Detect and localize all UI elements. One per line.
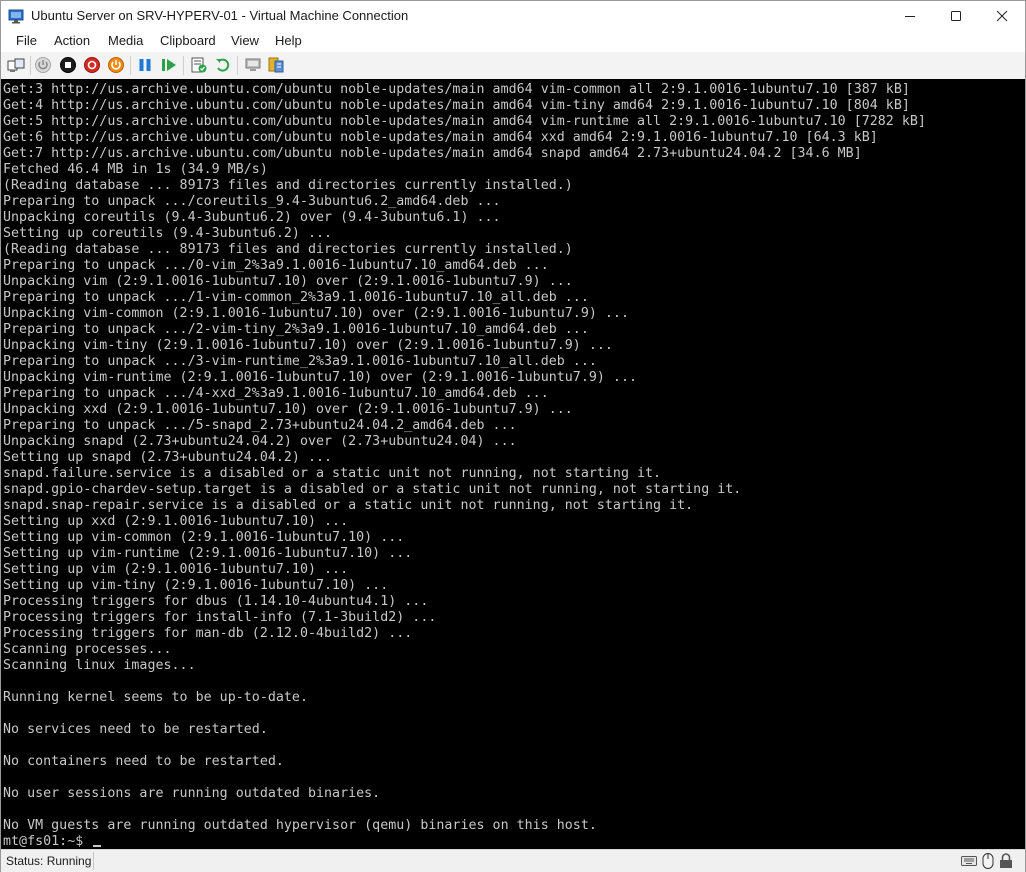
maximize-button[interactable] — [933, 1, 979, 31]
minimize-icon — [905, 16, 915, 17]
console-line: Setting up vim-runtime (2:9.1.0016-1ubun… — [3, 546, 413, 561]
console-line: Unpacking vim-common (2:9.1.0016-1ubuntu… — [3, 306, 629, 321]
maximize-icon — [951, 11, 961, 21]
share-button[interactable] — [267, 56, 285, 74]
share-icon — [268, 57, 284, 73]
start-icon — [35, 57, 51, 73]
console-line: Processing triggers for dbus (1.14.10-4u… — [3, 594, 429, 609]
console-line: snapd.snap-repair.service is a disabled … — [3, 498, 694, 513]
console-line: (Reading database ... 89173 files and di… — [3, 178, 573, 193]
menu-view[interactable]: View — [231, 33, 259, 48]
vm-connection-icon — [8, 8, 24, 24]
toolbar-separator — [130, 56, 131, 75]
vm-console[interactable]: Get:3 http://us.archive.ubuntu.com/ubunt… — [1, 79, 1025, 849]
console-line: Processing triggers for install-info (7.… — [3, 610, 437, 625]
console-line: Preparing to unpack .../coreutils_9.4-3u… — [3, 194, 501, 209]
console-line: Setting up vim-tiny (2:9.1.0016-1ubuntu7… — [3, 578, 389, 593]
toolbar-separator — [30, 56, 31, 75]
close-button[interactable] — [979, 1, 1025, 31]
pause-icon — [139, 59, 151, 71]
console-line: No user sessions are running outdated bi… — [3, 786, 381, 801]
console-line: Get:7 http://us.archive.ubuntu.com/ubunt… — [3, 146, 862, 161]
console-line: Get:6 http://us.archive.ubuntu.com/ubunt… — [3, 130, 878, 145]
console-line: snapd.gpio-chardev-setup.target is a dis… — [3, 482, 742, 497]
console-line: Setting up xxd (2:9.1.0016-1ubuntu7.10) … — [3, 514, 349, 529]
enhanced-session-button[interactable] — [244, 56, 262, 74]
menu-action[interactable]: Action — [54, 33, 90, 48]
console-line: Get:4 http://us.archive.ubuntu.com/ubunt… — [3, 98, 910, 113]
turn-off-icon — [60, 57, 76, 73]
title-bar[interactable]: Ubuntu Server on SRV-HYPERV-01 - Virtual… — [1, 1, 1025, 31]
console-line: Scanning processes... — [3, 642, 172, 657]
console-line: Get:5 http://us.archive.ubuntu.com/ubunt… — [3, 114, 926, 129]
start-button[interactable] — [34, 56, 52, 74]
console-line: (Reading database ... 89173 files and di… — [3, 242, 573, 257]
toolbar — [1, 52, 1025, 80]
resume-icon — [162, 59, 176, 71]
console-line: snapd.failure.service is a disabled or a… — [3, 466, 662, 481]
toolbar-separator — [183, 56, 184, 75]
pause-button[interactable] — [136, 56, 154, 74]
console-line: Preparing to unpack .../3-vim-runtime_2%… — [3, 354, 597, 369]
console-line: No containers need to be restarted. — [3, 754, 284, 769]
enhanced-session-icon — [245, 58, 261, 71]
console-line: Get:3 http://us.archive.ubuntu.com/ubunt… — [3, 82, 910, 97]
menu-file[interactable]: File — [16, 33, 37, 48]
console-line: Setting up vim (2:9.1.0016-1ubuntu7.10) … — [3, 562, 349, 577]
window-title: Ubuntu Server on SRV-HYPERV-01 - Virtual… — [31, 8, 409, 23]
toolbar-separator — [237, 56, 238, 75]
revert-button[interactable] — [214, 56, 232, 74]
console-line: No services need to be restarted. — [3, 722, 268, 737]
resume-button[interactable] — [160, 56, 178, 74]
console-line: Unpacking xxd (2:9.1.0016-1ubuntu7.10) o… — [3, 402, 573, 417]
checkpoint-button[interactable] — [190, 56, 208, 74]
keyboard-status-icon — [961, 853, 977, 869]
vm-connection-window: Ubuntu Server on SRV-HYPERV-01 - Virtual… — [0, 0, 1026, 872]
turn-off-button[interactable] — [59, 56, 77, 74]
menu-clipboard[interactable]: Clipboard — [160, 33, 216, 48]
save-state-icon — [108, 57, 124, 73]
close-icon — [996, 10, 1008, 22]
console-line: Fetched 46.4 MB in 1s (34.9 MB/s) — [3, 162, 268, 177]
console-line: Scanning linux images... — [3, 658, 196, 673]
menu-bar: File Action Media Clipboard View Help — [1, 31, 1025, 51]
console-line: Preparing to unpack .../2-vim-tiny_2%3a9… — [3, 322, 589, 337]
console-line: Preparing to unpack .../1-vim-common_2%3… — [3, 290, 589, 305]
mouse-status-icon — [980, 853, 996, 869]
console-line: Preparing to unpack .../0-vim_2%3a9.1.00… — [3, 258, 549, 273]
status-bar: Status: Running — [1, 849, 1025, 872]
console-line: Processing triggers for man-db (2.12.0-4… — [3, 626, 413, 641]
checkpoint-icon — [191, 57, 207, 73]
status-separator — [93, 852, 94, 870]
status-text: Status: Running — [6, 854, 92, 868]
console-line: No VM guests are running outdated hyperv… — [3, 818, 597, 833]
prompt-text: mt@fs01:~$ — [3, 834, 92, 849]
revert-icon — [216, 58, 230, 72]
console-line: Unpacking vim (2:9.1.0016-1ubuntu7.10) o… — [3, 274, 573, 289]
minimize-button[interactable] — [887, 1, 933, 31]
ctrl-alt-del-button[interactable] — [7, 56, 25, 74]
console-line: Preparing to unpack .../4-xxd_2%3a9.1.00… — [3, 386, 549, 401]
console-line: Unpacking snapd (2.73+ubuntu24.04.2) ove… — [3, 434, 517, 449]
console-line: Setting up coreutils (9.4-3ubuntu6.2) ..… — [3, 226, 333, 241]
console-line: Running kernel seems to be up-to-date. — [3, 690, 308, 705]
console-line: Unpacking vim-runtime (2:9.1.0016-1ubunt… — [3, 370, 638, 385]
shut-down-icon — [84, 57, 100, 73]
save-state-button[interactable] — [107, 56, 125, 74]
menu-help[interactable]: Help — [275, 33, 302, 48]
text-cursor — [93, 845, 102, 847]
console-line: Setting up vim-common (2:9.1.0016-1ubunt… — [3, 530, 405, 545]
shut-down-button[interactable] — [83, 56, 101, 74]
lock-status-icon — [998, 853, 1014, 869]
console-line: Preparing to unpack .../5-snapd_2.73+ubu… — [3, 418, 517, 433]
console-line: Setting up snapd (2.73+ubuntu24.04.2) ..… — [3, 450, 333, 465]
console-line: Unpacking vim-tiny (2:9.1.0016-1ubuntu7.… — [3, 338, 613, 353]
ctrl-alt-del-icon — [7, 58, 25, 72]
shell-prompt[interactable]: mt@fs01:~$ — [3, 834, 102, 849]
menu-media[interactable]: Media — [108, 33, 143, 48]
console-line: Unpacking coreutils (9.4-3ubuntu6.2) ove… — [3, 210, 501, 225]
